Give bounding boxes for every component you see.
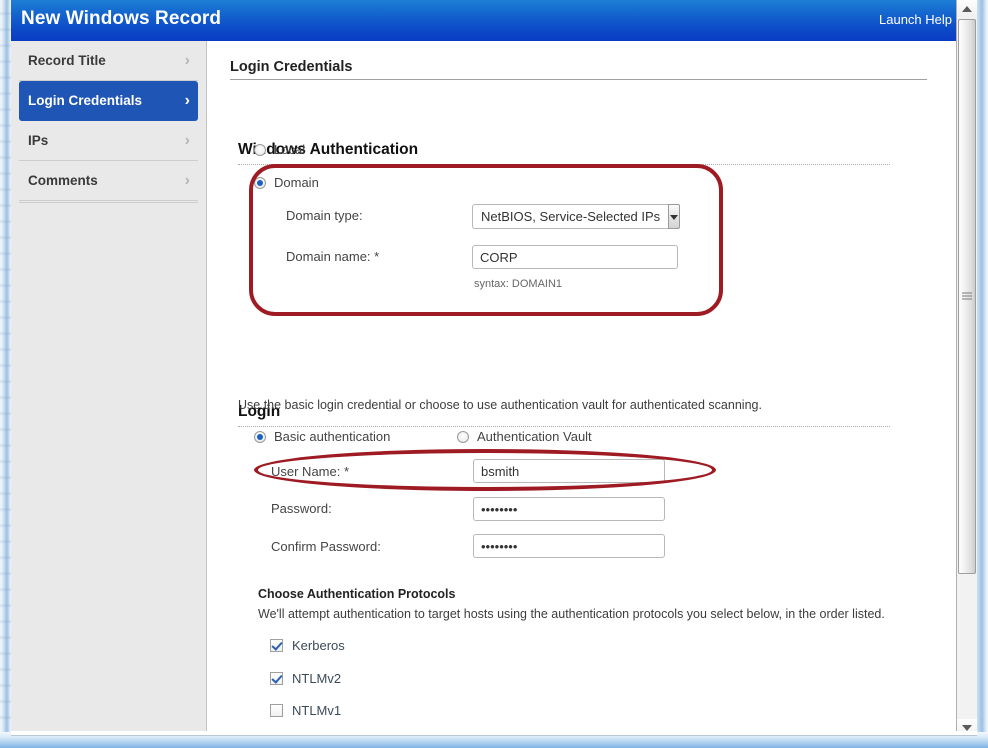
sidebar-item-label: Comments <box>19 173 98 188</box>
chevron-down-icon[interactable] <box>668 204 680 229</box>
scroll-thumb[interactable] <box>958 19 976 574</box>
login-divider <box>238 426 890 427</box>
domain-name-input[interactable] <box>472 245 678 269</box>
chevron-right-icon: › <box>185 173 190 189</box>
password-input[interactable] <box>473 497 665 521</box>
sidebar-divider <box>19 201 198 203</box>
checkbox-ntlmv2-label: NTLMv2 <box>283 671 341 686</box>
domain-type-select[interactable]: NetBIOS, Service-Selected IPs <box>472 204 680 229</box>
dialog-titlebar: New Windows Record Launch Help <box>11 0 966 41</box>
radio-basic-authentication[interactable]: Basic authentication <box>254 429 390 444</box>
login-description: Use the basic login credential or choose… <box>238 398 762 412</box>
password-label: Password: <box>271 501 332 516</box>
domain-type-label: Domain type: <box>286 208 363 223</box>
checkbox-ntlmv1-label: NTLMv1 <box>283 703 341 718</box>
domain-type-select-value: NetBIOS, Service-Selected IPs <box>472 204 668 229</box>
window-right-border <box>977 0 988 736</box>
sidebar-nav: Record Title › Login Credentials › IPs ›… <box>11 41 207 736</box>
window-bottom-inner-edge <box>11 731 977 736</box>
checkbox-kerberos-label: Kerberos <box>283 638 345 653</box>
checkbox-ntlmv1[interactable]: NTLMv1 <box>270 703 341 718</box>
page-title: Login Credentials <box>230 59 352 75</box>
scroll-up-arrow-icon[interactable] <box>957 0 977 17</box>
chevron-right-icon: › <box>185 93 190 109</box>
chevron-right-icon: › <box>185 133 190 149</box>
launch-help-link[interactable]: Launch Help <box>879 12 952 27</box>
sidebar-item-label: Login Credentials <box>19 93 142 108</box>
checkbox-ntlmv2-indicator <box>270 672 283 685</box>
radio-authentication-vault-indicator <box>457 431 469 443</box>
sidebar-item-ips[interactable]: IPs › <box>19 121 198 161</box>
checkbox-ntlmv2[interactable]: NTLMv2 <box>270 671 341 686</box>
confirm-password-input[interactable] <box>473 534 665 558</box>
scroll-thumb-grip <box>962 292 972 301</box>
dialog-title: New Windows Record <box>21 8 221 30</box>
sidebar-item-record-title[interactable]: Record Title › <box>19 41 198 81</box>
sidebar-item-label: IPs <box>19 133 48 148</box>
domain-name-hint: syntax: DOMAIN1 <box>474 278 562 290</box>
radio-local[interactable]: Local <box>254 142 305 157</box>
sidebar-item-label: Record Title <box>19 53 106 68</box>
dialog-frame: New Windows Record Launch Help Record Ti… <box>11 0 966 736</box>
modal-window: New Windows Record Launch Help Record Ti… <box>0 0 988 748</box>
user-name-label: User Name: * <box>271 464 349 479</box>
radio-domain-indicator <box>254 177 266 189</box>
page-title-divider <box>230 79 927 80</box>
protocols-description: We'll attempt authentication to target h… <box>258 607 885 621</box>
confirm-password-label: Confirm Password: <box>271 539 381 554</box>
sidebar-item-comments[interactable]: Comments › <box>19 161 198 201</box>
protocols-heading: Choose Authentication Protocols <box>258 587 455 601</box>
radio-authentication-vault-label: Authentication Vault <box>469 429 592 444</box>
vertical-scrollbar[interactable] <box>956 0 977 736</box>
user-name-input[interactable] <box>473 459 665 483</box>
radio-authentication-vault[interactable]: Authentication Vault <box>457 429 592 444</box>
sidebar-item-login-credentials[interactable]: Login Credentials › <box>19 81 198 121</box>
radio-basic-authentication-label: Basic authentication <box>266 429 390 444</box>
radio-local-indicator <box>254 144 266 156</box>
window-left-border-texture <box>0 0 11 748</box>
checkbox-ntlmv1-indicator <box>270 704 283 717</box>
checkbox-kerberos-indicator <box>270 639 283 652</box>
radio-domain[interactable]: Domain <box>254 175 319 190</box>
checkbox-kerberos[interactable]: Kerberos <box>270 638 345 653</box>
main-content-panel: Login Credentials Windows Authentication… <box>208 41 965 736</box>
chevron-right-icon: › <box>185 53 190 69</box>
radio-domain-label: Domain <box>266 175 319 190</box>
domain-name-label: Domain name: * <box>286 249 379 264</box>
radio-basic-authentication-indicator <box>254 431 266 443</box>
windows-authentication-divider <box>238 164 890 165</box>
radio-local-label: Local <box>266 142 305 157</box>
